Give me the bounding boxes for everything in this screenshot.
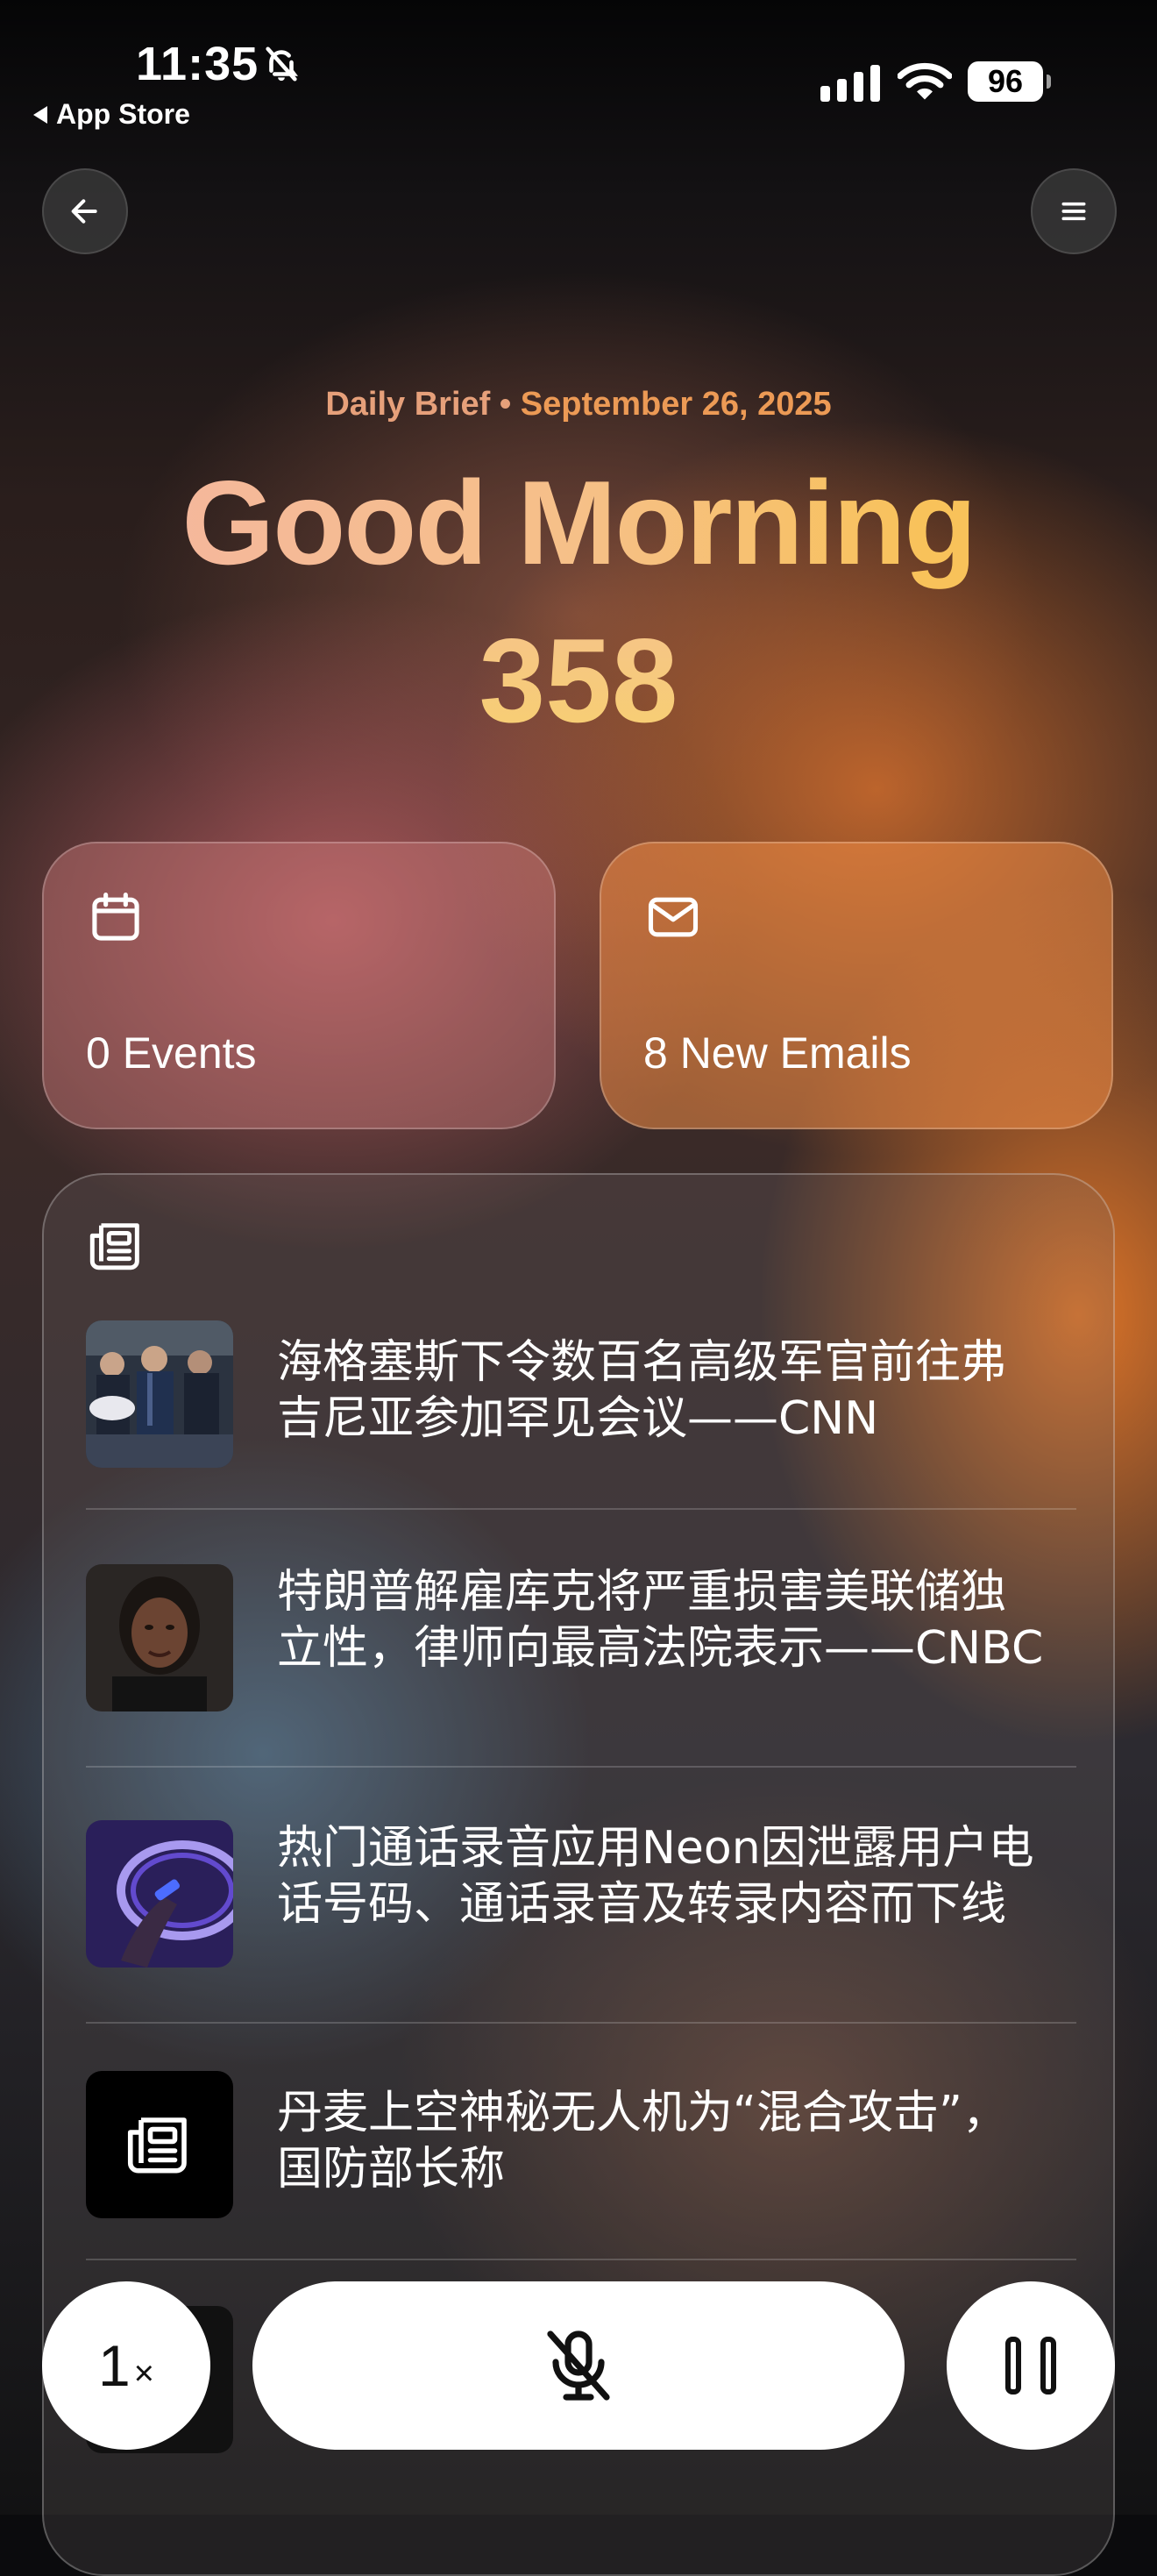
calendar-icon <box>92 892 139 941</box>
news-divider <box>86 2259 1076 2260</box>
speed-suffix: × <box>133 2353 155 2393</box>
battery-indicator: 96 <box>968 61 1051 102</box>
greeting-number: 358 <box>0 612 1157 749</box>
news-thumbnail <box>86 1820 233 1968</box>
news-headline: 热门通话录音应用Neon因泄露用户电话号码、通话录音及转录内容而下线 <box>277 1822 1034 1931</box>
brief-subtitle: Daily Brief • September 26, 2025 <box>0 386 1157 423</box>
playback-speed-button[interactable]: 1 × <box>42 2281 210 2450</box>
back-triangle-icon <box>33 105 47 124</box>
news-divider <box>86 2022 1076 2024</box>
emails-card[interactable]: 8 New Emails <box>600 842 1113 1129</box>
back-to-app-link[interactable]: App Store <box>33 98 190 131</box>
back-app-label: App Store <box>56 98 190 130</box>
pause-bar-right <box>1040 2337 1056 2395</box>
arrow-left-icon <box>71 199 97 224</box>
brief-separator: • <box>499 386 512 423</box>
news-thumbnail <box>86 2071 233 2218</box>
menu-button[interactable] <box>1031 168 1117 254</box>
mail-icon <box>648 897 699 937</box>
news-item[interactable]: 丹麦上空神秘无人机为“混合攻击”，国防部长称 <box>86 2071 1076 2290</box>
status-time: 11:35 <box>136 38 259 90</box>
bell-off-icon <box>266 46 298 82</box>
emails-label: 8 New Emails <box>643 1028 912 1078</box>
news-item[interactable]: 热门通话录音应用Neon因泄露用户电话号码、通话录音及转录内容而下线 <box>86 1820 1076 2066</box>
news-divider <box>86 1766 1076 1768</box>
newspaper-icon <box>89 1223 139 1270</box>
wifi-icon <box>898 62 952 100</box>
brief-label: Daily Brief <box>325 386 491 423</box>
pause-bar-left <box>1005 2337 1021 2395</box>
news-item[interactable]: 特朗普解雇库克将严重损害美联储独立性，律师向最高法院表示——CNBC <box>86 1564 1076 1810</box>
news-headline: 丹麦上空神秘无人机为“混合攻击”，国防部长称 <box>277 2087 1008 2195</box>
mic-off-icon <box>547 2330 610 2401</box>
news-headline: 海格塞斯下令数百名高级军官前往弗吉尼亚参加罕见会议——CNN <box>277 1336 1007 1445</box>
pause-button[interactable] <box>947 2281 1115 2450</box>
speed-value: 1 <box>97 2333 131 2398</box>
battery-level: 96 <box>987 63 1024 99</box>
photo-military-officers <box>86 1320 233 1468</box>
news-thumbnail <box>86 1564 233 1711</box>
back-button[interactable] <box>42 168 128 254</box>
newspaper-icon <box>127 2117 187 2174</box>
photo-portrait <box>86 1564 233 1711</box>
events-card[interactable]: 0 Events <box>42 842 556 1129</box>
hamburger-menu-icon <box>1061 202 1086 221</box>
cellular-signal-icon <box>820 65 880 102</box>
news-headline: 特朗普解雇库克将严重损害美联储独立性，律师向最高法院表示——CNBC <box>277 1566 1044 1675</box>
brief-date: September 26, 2025 <box>520 386 832 423</box>
news-thumbnail <box>86 1320 233 1468</box>
mic-toggle-button[interactable] <box>252 2281 905 2450</box>
photo-neon-light <box>86 1820 233 1968</box>
news-item[interactable]: 海格塞斯下令数百名高级军官前往弗吉尼亚参加罕见会议——CNN <box>86 1320 1076 1531</box>
greeting-title: Good Morning <box>0 454 1157 591</box>
events-label: 0 Events <box>86 1028 257 1078</box>
news-divider <box>86 1508 1076 1510</box>
